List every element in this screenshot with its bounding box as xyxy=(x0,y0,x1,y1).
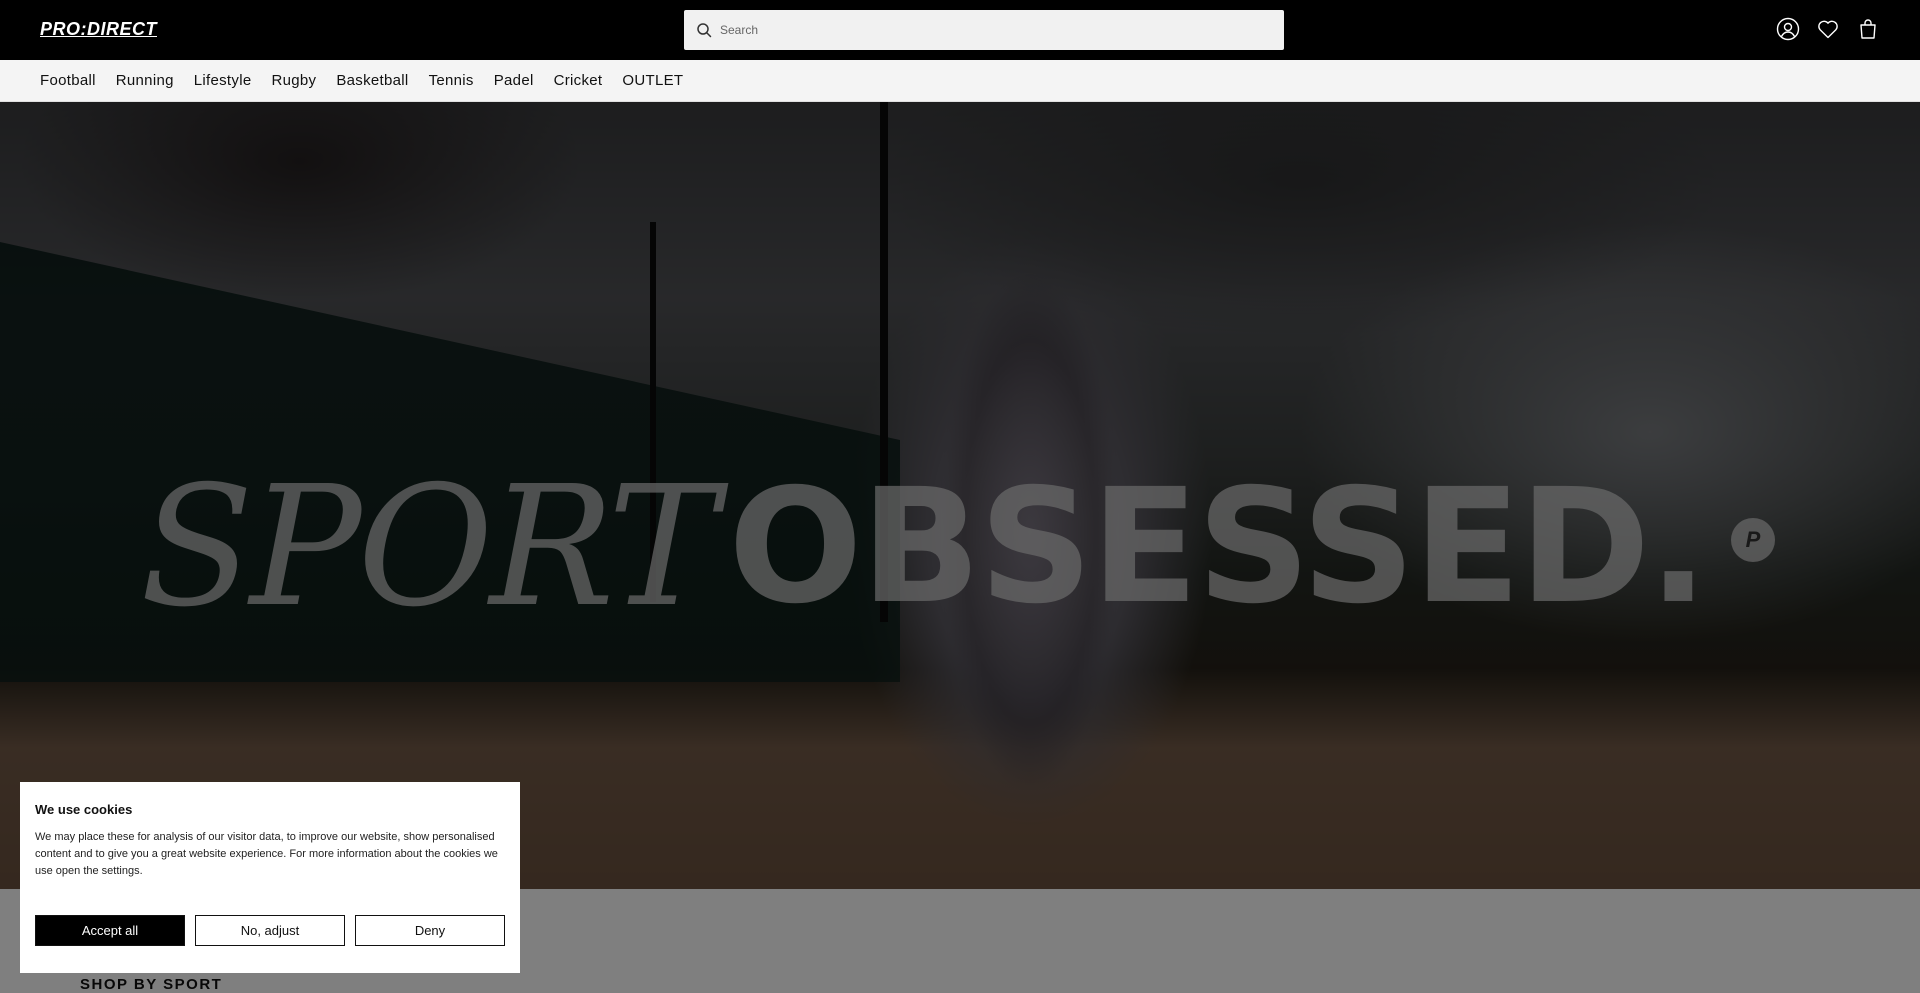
account-icon[interactable] xyxy=(1776,17,1800,41)
deny-button[interactable]: Deny xyxy=(355,915,505,946)
search-input[interactable] xyxy=(720,23,1260,37)
cookie-buttons: Accept all No, adjust Deny xyxy=(35,915,505,946)
nav-item-cricket[interactable]: Cricket xyxy=(554,72,603,89)
hero-headline-obsessed: OBSESSED. xyxy=(728,455,1708,639)
site-header: PRO:DIRECT xyxy=(0,0,1920,60)
hero-headline-sport: SPORT xyxy=(140,450,718,644)
nav-item-running[interactable]: Running xyxy=(116,72,174,89)
main-nav: Football Running Lifestyle Rugby Basketb… xyxy=(0,60,1920,102)
hero-headline: SPORT OBSESSED. xyxy=(140,402,1708,692)
logo-text: PRO:DIRECT xyxy=(40,18,157,39)
search-bar[interactable] xyxy=(684,10,1284,50)
cookie-consent-dialog: We use cookies We may place these for an… xyxy=(20,782,520,973)
nav-item-lifestyle[interactable]: Lifestyle xyxy=(194,72,252,89)
hero-banner[interactable]: SPORT OBSESSED. P xyxy=(0,102,1920,889)
nav-item-outlet[interactable]: OUTLET xyxy=(622,72,683,89)
bag-icon[interactable] xyxy=(1856,17,1880,41)
pro-direct-badge-icon: P xyxy=(1731,518,1775,562)
nav-item-padel[interactable]: Padel xyxy=(494,72,534,89)
header-icons xyxy=(1776,17,1880,41)
cookie-title: We use cookies xyxy=(35,802,133,817)
cookie-description: We may place these for analysis of our v… xyxy=(35,831,498,877)
wishlist-heart-icon[interactable] xyxy=(1816,17,1840,41)
nav-item-football[interactable]: Football xyxy=(40,72,96,89)
site-logo[interactable]: PRO:DIRECT xyxy=(40,19,157,39)
nav-item-tennis[interactable]: Tennis xyxy=(429,72,474,89)
shop-by-sport-heading: SHOP BY SPORT xyxy=(80,976,223,993)
search-icon xyxy=(697,23,712,38)
accept-all-button[interactable]: Accept all xyxy=(35,915,185,946)
nav-item-rugby[interactable]: Rugby xyxy=(271,72,316,89)
nav-item-basketball[interactable]: Basketball xyxy=(336,72,408,89)
badge-letter: P xyxy=(1745,527,1761,552)
adjust-button[interactable]: No, adjust xyxy=(195,915,345,946)
